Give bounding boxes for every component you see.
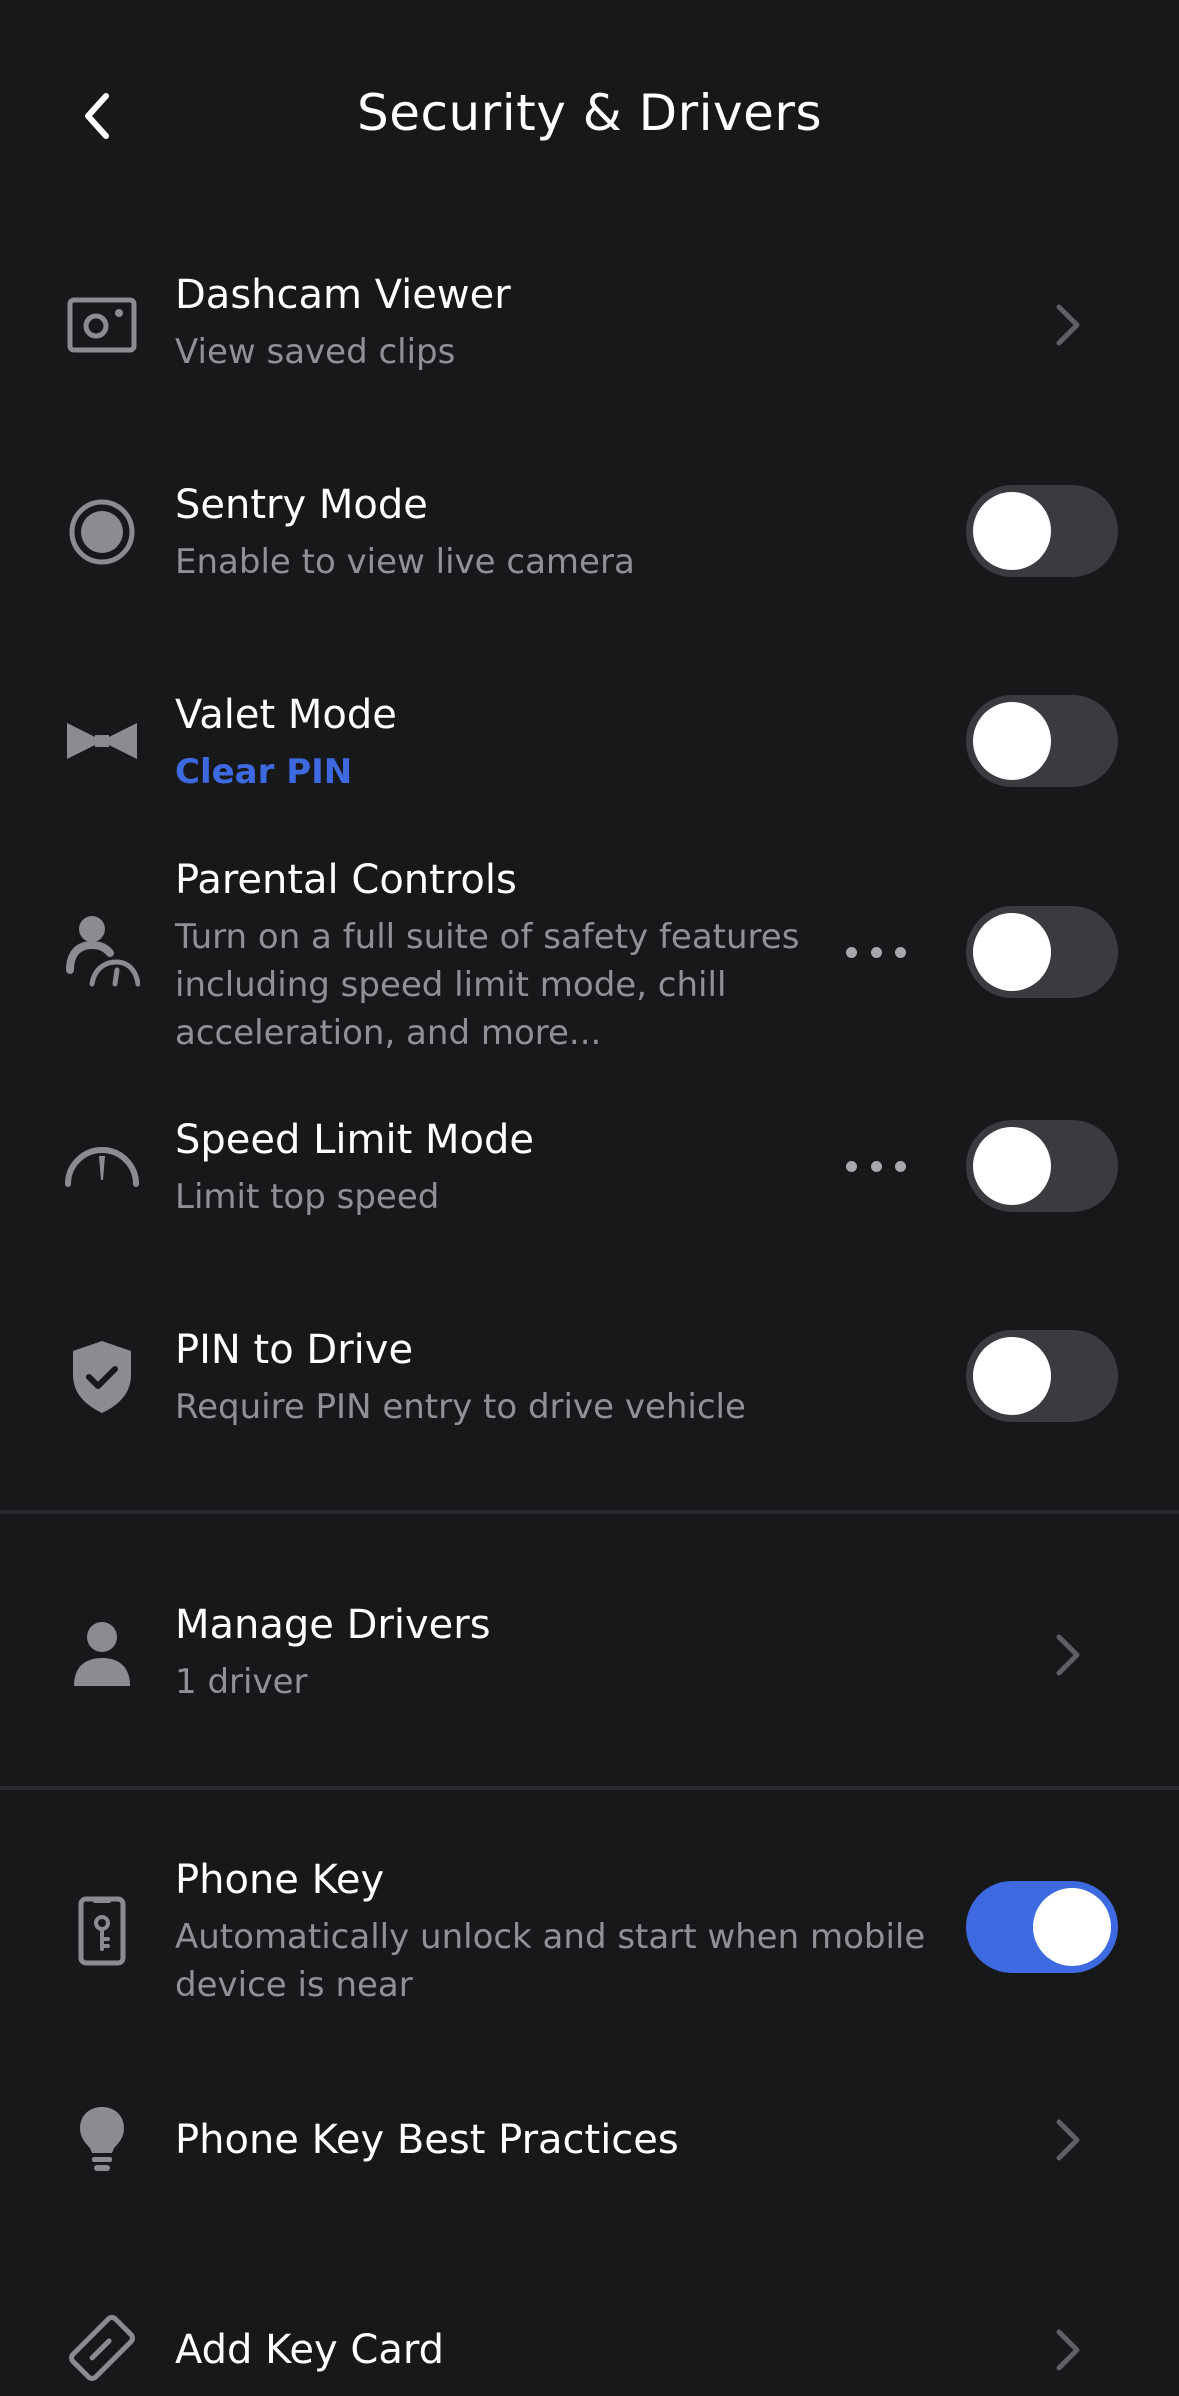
dashcam-subtitle: View saved clips (175, 332, 456, 372)
parental-subtitle-line: acceleration, and more... (175, 1013, 602, 1053)
pin-drive-toggle[interactable] (966, 1330, 1118, 1422)
more-dots-icon[interactable] (846, 937, 906, 967)
phone-key-toggle[interactable] (966, 1881, 1118, 1973)
sentry-subtitle: Enable to view live camera (175, 542, 635, 582)
row-pin-to-drive: PIN to Drive Require PIN entry to drive … (0, 1325, 1179, 1435)
chevron-right-icon[interactable] (1040, 297, 1096, 353)
toggle-knob (973, 913, 1051, 991)
valet-toggle[interactable] (966, 695, 1118, 787)
speed-limit-toggle[interactable] (966, 1120, 1118, 1212)
sentry-toggle[interactable] (966, 485, 1118, 577)
dashcam-icon (60, 290, 144, 360)
speed-limit-title: Speed Limit Mode (175, 1117, 534, 1163)
phone-key-title: Phone Key (175, 1857, 385, 1903)
shield-check-icon (60, 1337, 144, 1417)
speedometer-icon (60, 1125, 144, 1205)
chevron-right-icon[interactable] (1040, 1627, 1096, 1683)
clear-pin-link[interactable]: Clear PIN (175, 748, 397, 796)
sentry-icon (60, 492, 144, 572)
phone-key-icon (60, 1891, 144, 1971)
phone-key-subtitle-line: Automatically unlock and start when mobi… (175, 1917, 926, 1957)
header: Security & Drivers (0, 0, 1179, 230)
chevron-right-icon[interactable] (1040, 2322, 1096, 2378)
toggle-knob (1033, 1888, 1111, 1966)
pin-drive-subtitle: Require PIN entry to drive vehicle (175, 1387, 746, 1427)
chevron-right-icon[interactable] (1040, 2112, 1096, 2168)
page-title: Security & Drivers (356, 84, 822, 142)
row-manage-drivers[interactable]: Manage Drivers 1 driver (0, 1600, 1179, 1710)
more-dots-icon[interactable] (846, 1151, 906, 1181)
lightbulb-icon (60, 2102, 144, 2178)
toggle-knob (973, 1127, 1051, 1205)
row-parental-controls: Parental Controls Turn on a full suite o… (0, 855, 1179, 1055)
parental-toggle[interactable] (966, 906, 1118, 998)
sentry-title: Sentry Mode (175, 482, 428, 528)
toggle-knob (973, 702, 1051, 780)
drivers-title: Manage Drivers (175, 1602, 491, 1648)
toggle-knob (973, 1337, 1051, 1415)
parental-subtitle-line: Turn on a full suite of safety features (175, 917, 800, 957)
section-divider (0, 1786, 1179, 1790)
parental-subtitle-line: including speed limit mode, chill (175, 965, 727, 1005)
person-icon (60, 1614, 144, 1694)
pin-drive-title: PIN to Drive (175, 1327, 414, 1373)
valet-title: Valet Mode (175, 692, 397, 738)
section-divider (0, 1510, 1179, 1514)
row-sentry-mode: Sentry Mode Enable to view live camera (0, 480, 1179, 590)
toggle-knob (973, 492, 1051, 570)
row-phone-key-best-practices[interactable]: Phone Key Best Practices (0, 2107, 1179, 2171)
row-phone-key: Phone Key Automatically unlock and start… (0, 1855, 1179, 2015)
drivers-subtitle: 1 driver (175, 1662, 308, 1702)
row-valet-mode: Valet Mode Clear PIN (0, 690, 1179, 800)
phone-key-subtitle: Automatically unlock and start when mobi… (175, 1913, 925, 2009)
bowtie-icon (60, 706, 144, 776)
parental-icon (60, 910, 144, 990)
row-add-key-card[interactable]: Add Key Card (0, 2315, 1179, 2381)
row-dashcam-viewer[interactable]: Dashcam Viewer View saved clips (0, 270, 1179, 380)
parental-subtitle: Turn on a full suite of safety features … (175, 913, 799, 1057)
dashcam-title: Dashcam Viewer (175, 272, 511, 318)
speed-limit-subtitle: Limit top speed (175, 1177, 440, 1217)
parental-title: Parental Controls (175, 857, 517, 903)
phone-key-subtitle-line: device is near (175, 1965, 413, 2005)
best-practices-title: Phone Key Best Practices (175, 2117, 679, 2163)
key-card-title: Add Key Card (175, 2327, 444, 2373)
key-card-icon (60, 2308, 144, 2388)
row-speed-limit-mode: Speed Limit Mode Limit top speed (0, 1115, 1179, 1225)
